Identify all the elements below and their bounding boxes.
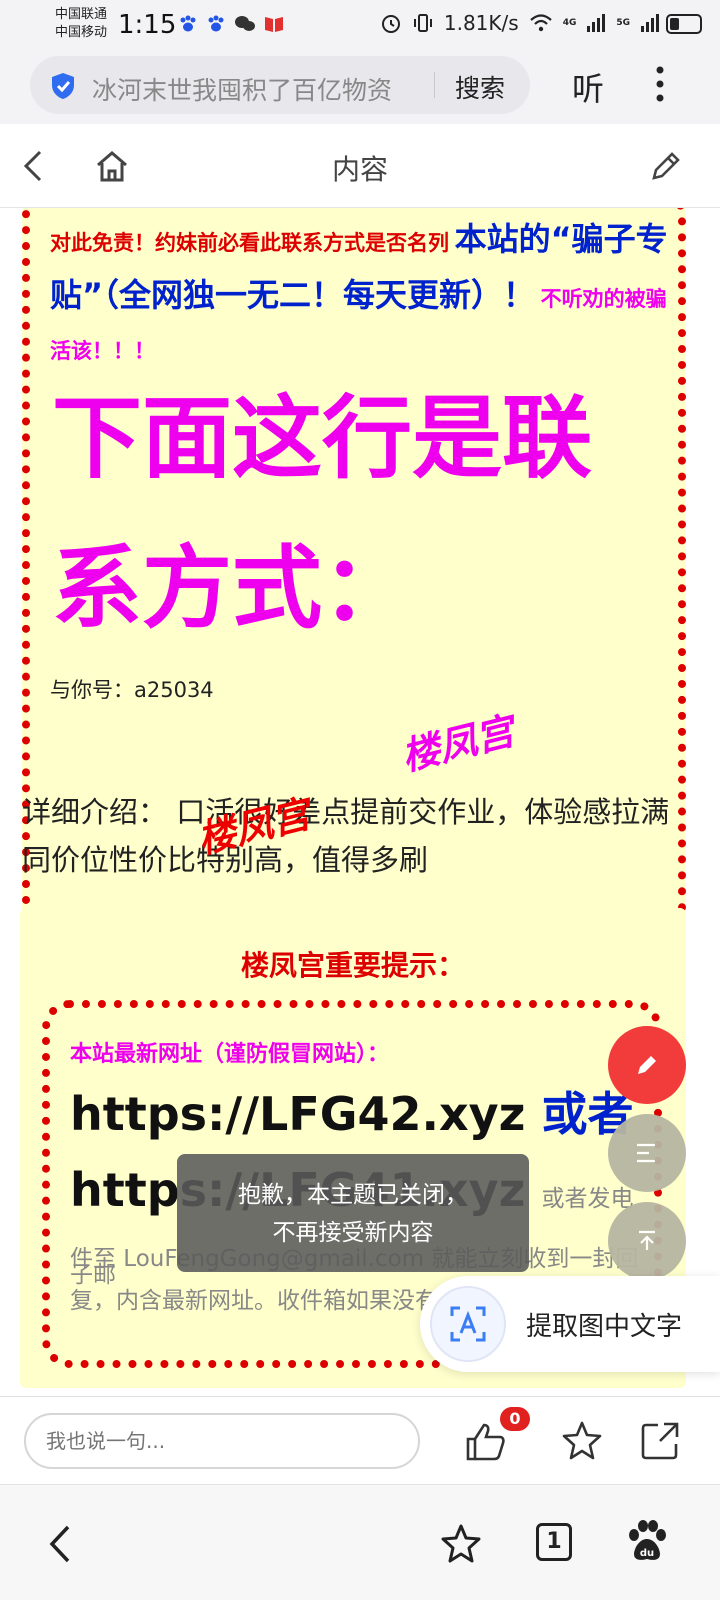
share-icon[interactable] bbox=[638, 1419, 682, 1463]
write-post-button[interactable] bbox=[608, 1026, 686, 1104]
pencil-icon bbox=[638, 1056, 656, 1074]
page-title: 内容 bbox=[331, 153, 388, 186]
detail-text: 详细介绍： 口活很好差点提前交作业，体验感拉满同价位性价比特别高，值得多刷 bbox=[22, 795, 670, 877]
bottom-nav: 1 du bbox=[0, 1484, 720, 1600]
comment-input[interactable] bbox=[24, 1413, 420, 1469]
extract-text-button[interactable]: 提取图中文字 bbox=[420, 1276, 720, 1372]
shield-check-icon bbox=[52, 73, 74, 99]
tab-counter-button[interactable]: 1 bbox=[536, 1523, 572, 1561]
edit-pencil-icon[interactable] bbox=[648, 148, 682, 184]
address-bar: 冰河末世我囤积了百亿物资 搜索 听 bbox=[0, 50, 720, 124]
favorite-star-icon[interactable] bbox=[560, 1419, 604, 1463]
net-type-4g: 4G bbox=[562, 18, 577, 28]
comment-bar: 0 bbox=[0, 1396, 720, 1484]
disclaimer-text: 对此免责！约妹前必看此联系方式是否名列 bbox=[50, 231, 449, 255]
baidu-paw-icon bbox=[180, 15, 196, 32]
search-button[interactable]: 搜索 bbox=[455, 69, 505, 105]
net-speed: 1.81K/s bbox=[443, 11, 519, 35]
back-arrow-icon[interactable] bbox=[44, 1523, 74, 1565]
page-title-in-url[interactable]: 冰河末世我囤积了百亿物资 bbox=[92, 71, 402, 107]
url-link[interactable]: https://LFG42.xyz bbox=[70, 1087, 525, 1141]
system-status: 1.81K/s 4G 5G bbox=[380, 11, 660, 35]
scroll-top-button[interactable] bbox=[608, 1202, 686, 1280]
carrier-1: 中国联通 bbox=[55, 7, 108, 22]
listen-button[interactable]: 听 bbox=[572, 64, 604, 110]
notice-title: 楼凤宫重要提示： bbox=[240, 949, 465, 982]
like-count-badge: 0 bbox=[500, 1407, 530, 1431]
arrow-up-icon bbox=[639, 1230, 655, 1250]
status-bar: 中国联通 中国移动 1:15 1.81K/s 4G 5G bbox=[0, 0, 720, 50]
baidu-paw-icon bbox=[208, 15, 224, 32]
toast-line: 抱歉，本主题已关闭， bbox=[238, 1182, 468, 1208]
book-icon bbox=[265, 17, 283, 32]
bookmark-star-icon[interactable] bbox=[440, 1523, 482, 1565]
toast-line: 不再接受新内容 bbox=[272, 1220, 434, 1246]
text-recognition-icon bbox=[430, 1286, 506, 1362]
carrier-info: 中国联通 中国移动 bbox=[55, 6, 107, 42]
extract-text-label: 提取图中文字 bbox=[526, 1312, 683, 1342]
wechat-icon bbox=[235, 16, 255, 31]
alarm-icon bbox=[381, 15, 400, 33]
notice-warning: 本站最新网址（谨防假冒网站）： bbox=[70, 1042, 390, 1067]
page-header: 内容 bbox=[0, 124, 720, 208]
svg-text:du: du bbox=[640, 1548, 654, 1559]
notification-icons bbox=[178, 14, 284, 34]
baidu-paw-icon[interactable]: du bbox=[626, 1519, 668, 1563]
signal-icon bbox=[641, 14, 659, 32]
battery-icon bbox=[666, 14, 702, 34]
more-options-icon[interactable] bbox=[650, 64, 670, 104]
contact-warning: 对此免责！约妹前必看此联系方式是否名列 本站的“骗子专贴”（全网独一无二！每天更… bbox=[50, 214, 670, 378]
carrier-2: 中国移动 bbox=[55, 25, 108, 40]
url-field[interactable]: 冰河末世我囤积了百亿物资 搜索 bbox=[30, 56, 530, 114]
wifi-icon bbox=[529, 14, 552, 32]
vibrate-icon bbox=[413, 14, 432, 32]
divider bbox=[434, 72, 435, 98]
net-type-5g: 5G bbox=[616, 18, 630, 28]
closed-topic-toast: 抱歉，本主题已关闭， 不再接受新内容 bbox=[177, 1154, 529, 1272]
list-icon bbox=[637, 1143, 655, 1163]
clock: 1:15 bbox=[118, 10, 177, 40]
signal-icon bbox=[587, 14, 606, 32]
contact-heading: 下面这行是联系方式： bbox=[52, 386, 592, 641]
catalog-button[interactable] bbox=[608, 1114, 686, 1192]
contact-id: 与你号：a25034 bbox=[50, 678, 214, 702]
